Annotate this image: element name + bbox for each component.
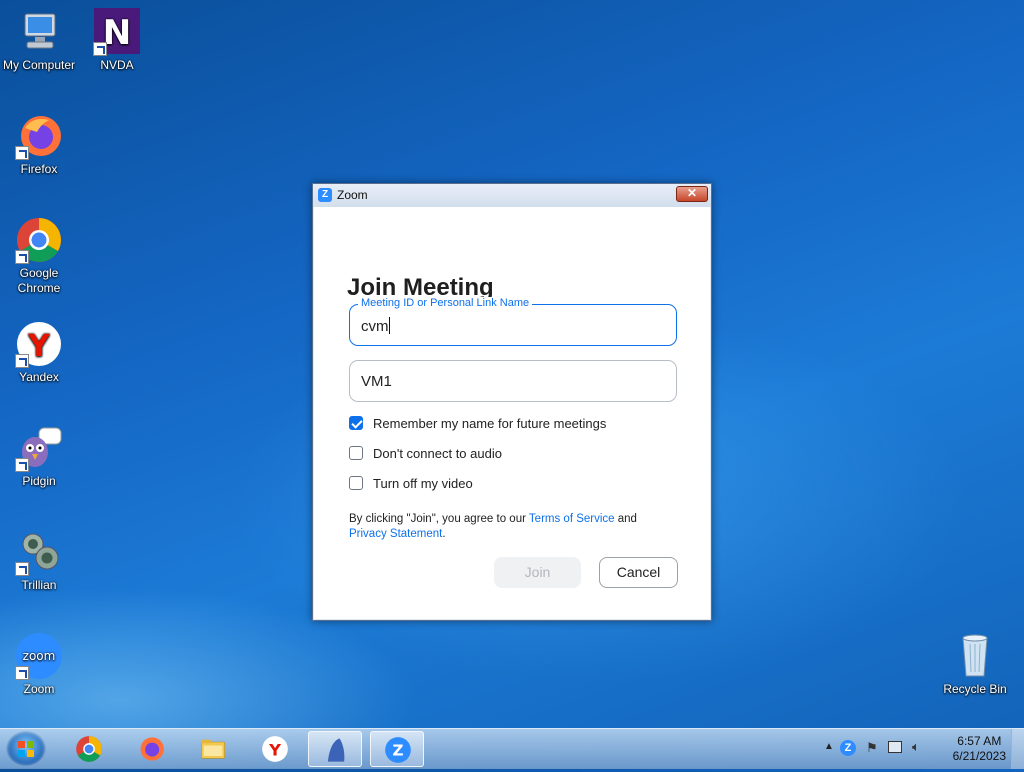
desktop-icon-yandex[interactable]: Y Yandex [0, 320, 78, 385]
meeting-id-legend: Meeting ID or Personal Link Name [358, 297, 533, 309]
show-desktop-button[interactable] [1011, 729, 1024, 769]
dialog-body: Join Meeting Meeting ID or Personal Link… [314, 207, 710, 619]
join-button[interactable]: Join [494, 557, 581, 588]
desktop-icon-recycle-bin[interactable]: Recycle Bin [936, 632, 1014, 697]
yandex-icon: Y [15, 320, 63, 368]
system-tray: ▲ Z ⚑ 🔈︎ 6:57 AM 6/21/2023 [814, 729, 1024, 769]
terms-of-service-link[interactable]: Terms of Service [529, 513, 615, 525]
terms-suffix: . [442, 528, 446, 540]
desktop-icon-label: Google Chrome [17, 266, 61, 295]
yandex-icon: Y [262, 736, 288, 762]
close-button[interactable]: ✕ [676, 186, 708, 202]
taskbar-yandex[interactable]: Y [248, 731, 302, 767]
remember-name-label: Remember my name for future meetings [373, 416, 607, 431]
desktop-icon-trillian[interactable]: Trillian [0, 528, 78, 593]
svg-text:Y: Y [268, 740, 281, 759]
meeting-id-input[interactable]: Meeting ID or Personal Link Name cvm [349, 297, 677, 346]
shortcut-arrow-icon [15, 562, 29, 576]
windows-logo-icon [18, 741, 34, 757]
desktop-icon-label: NVDA [100, 58, 134, 72]
zoom-tray-icon[interactable]: Z [840, 740, 856, 756]
desktop-icon-label: My Computer [2, 58, 76, 72]
svg-text:N: N [103, 13, 131, 53]
action-center-flag-icon[interactable]: ⚑ [866, 740, 878, 756]
clock-time: 6:57 AM [957, 734, 1002, 748]
zoom-app-icon: Z [318, 188, 332, 202]
desktop-icon-label: Pidgin [22, 474, 56, 488]
show-hidden-icons-chevron-icon[interactable]: ▲ [824, 741, 834, 752]
trillian-icon [15, 528, 63, 576]
shortcut-arrow-icon [15, 458, 29, 472]
folder-icon [201, 739, 225, 759]
privacy-statement-link[interactable]: Privacy Statement [349, 528, 442, 540]
firefox-icon [15, 112, 63, 160]
taskbar-explorer[interactable] [186, 731, 240, 767]
desktop-icon-label: Recycle Bin [943, 682, 1007, 696]
shortcut-arrow-icon [15, 354, 29, 368]
shortcut-arrow-icon [15, 250, 29, 264]
start-button[interactable] [6, 731, 46, 767]
network-icon[interactable] [888, 741, 902, 753]
video-off-checkbox[interactable] [349, 476, 363, 490]
nvda-icon: N [93, 8, 141, 56]
desktop-icon-label: Trillian [21, 578, 57, 592]
clock[interactable]: 6:57 AM 6/21/2023 [953, 734, 1006, 764]
pidgin-icon [327, 738, 345, 762]
desktop-icon-label: Yandex [19, 370, 59, 384]
clock-date: 6/21/2023 [952, 749, 1006, 763]
chrome-icon [15, 216, 63, 264]
desktop-icon-google-chrome[interactable]: Google Chrome [0, 216, 78, 296]
desktop-icon-nvda[interactable]: N NVDA [78, 8, 156, 73]
display-name-value: VM1 [361, 373, 392, 390]
desktop-icon-my-computer[interactable]: My Computer [0, 8, 78, 73]
close-icon: ✕ [686, 186, 698, 200]
taskbar: Y Z ▲ Z ⚑ 🔈︎ 6:57 AM 6/21/2023 [0, 728, 1024, 769]
taskbar-chrome[interactable] [62, 731, 116, 767]
no-audio-label: Don't connect to audio [373, 446, 502, 461]
text-caret [388, 317, 390, 334]
terms-and: and [614, 513, 637, 525]
terms-notice: By clicking "Join", you agree to our Ter… [349, 512, 669, 542]
pidgin-icon [15, 424, 63, 472]
cancel-button[interactable]: Cancel [599, 557, 678, 588]
desktop-icon-firefox[interactable]: Firefox [0, 112, 78, 177]
shortcut-arrow-icon [15, 146, 29, 160]
desktop-icon-label: Firefox [20, 162, 58, 176]
desktop-icon-pidgin[interactable]: Pidgin [0, 424, 78, 489]
volume-muted-icon[interactable]: 🔈︎ [912, 739, 920, 755]
taskbar-zoom[interactable]: Z [370, 731, 424, 767]
taskbar-pidgin[interactable] [308, 731, 362, 767]
meeting-id-value: cvm [361, 318, 389, 335]
no-audio-checkbox[interactable] [349, 446, 363, 460]
zoom-join-dialog: Z Zoom ✕ Join Meeting Meeting ID or Pers… [312, 183, 712, 621]
taskbar-firefox[interactable] [124, 731, 178, 767]
zoom-icon: Z [385, 737, 411, 763]
shortcut-arrow-icon [93, 42, 107, 56]
desktop-icon-zoom[interactable]: zoom Zoom [0, 632, 78, 697]
firefox-icon [140, 737, 164, 761]
computer-icon [15, 8, 63, 56]
dialog-titlebar[interactable]: Z Zoom ✕ [313, 184, 711, 207]
terms-prefix: By clicking "Join", you agree to our [349, 513, 529, 525]
desktop-icon-label: Zoom [23, 682, 55, 696]
shortcut-arrow-icon [15, 666, 29, 680]
chrome-icon [76, 736, 102, 762]
svg-text:Y: Y [27, 329, 51, 364]
recycle-bin-icon [951, 632, 999, 680]
svg-text:zoom: zoom [23, 649, 56, 663]
remember-name-checkbox[interactable] [349, 416, 363, 430]
zoom-icon: zoom [15, 632, 63, 680]
svg-text:Z: Z [393, 741, 404, 759]
display-name-input[interactable]: VM1 [349, 360, 677, 402]
video-off-label: Turn off my video [373, 476, 473, 491]
dialog-title: Zoom [337, 188, 368, 202]
